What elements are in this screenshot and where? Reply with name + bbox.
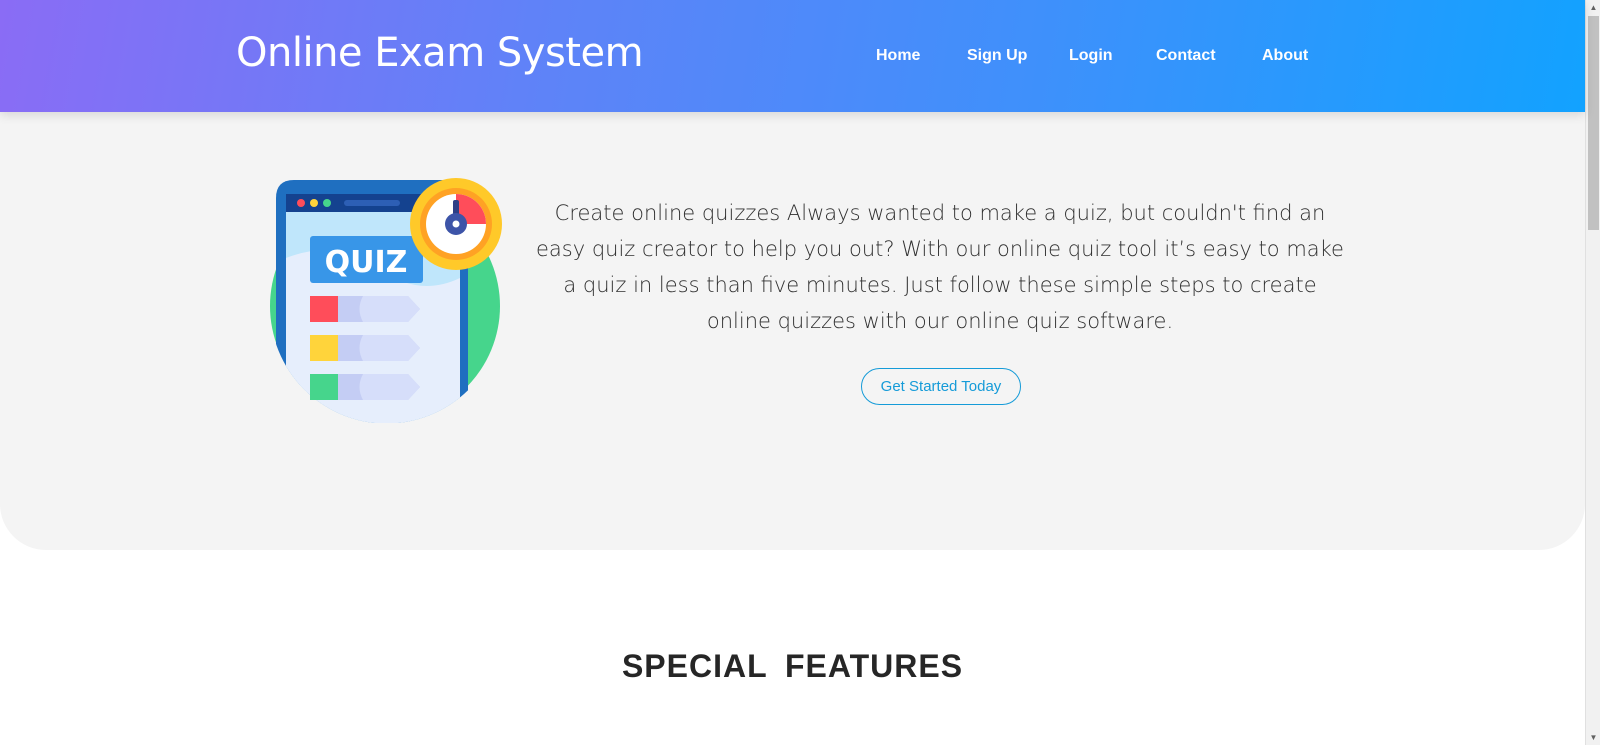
- get-started-button[interactable]: Get Started Today: [861, 368, 1021, 405]
- chevron-up-icon[interactable]: ▲: [1586, 0, 1600, 15]
- quiz-label: QUIZ: [325, 245, 408, 280]
- features-title: SPECIAL FEATURES: [621, 648, 964, 684]
- quiz-illustration: QUIZ: [270, 178, 502, 423]
- chevron-down-icon[interactable]: ▼: [1586, 730, 1600, 745]
- nav-about[interactable]: About: [1262, 47, 1308, 65]
- brand-title[interactable]: Online Exam System: [236, 30, 644, 76]
- site-header: Online Exam System Home Sign Up Login Co…: [0, 0, 1585, 112]
- hero-description: Create online quizzes Always wanted to m…: [536, 201, 1344, 333]
- scrollbar-thumb[interactable]: [1588, 16, 1599, 230]
- nav-home[interactable]: Home: [876, 47, 920, 65]
- nav-contact[interactable]: Contact: [1156, 47, 1216, 65]
- nav-sign-up[interactable]: Sign Up: [967, 47, 1027, 65]
- nav-login[interactable]: Login: [1069, 47, 1113, 65]
- page-scrollbar[interactable]: ▲ ▼: [1585, 0, 1600, 745]
